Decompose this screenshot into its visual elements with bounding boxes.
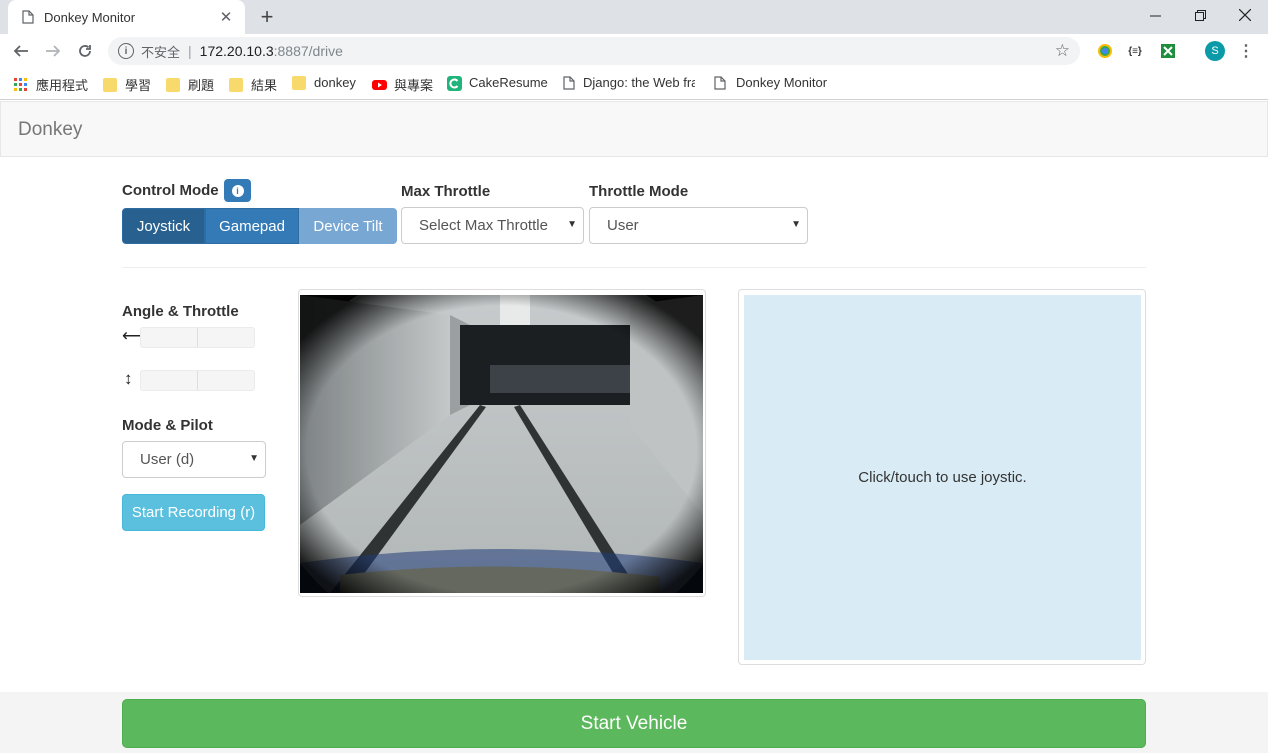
- folder-icon: [292, 75, 306, 90]
- menu-kebab-icon[interactable]: ⋮: [1237, 42, 1255, 60]
- dropdown-arrow-icon: ▼: [791, 219, 801, 230]
- address-bar[interactable]: i 不安全 | 172.20.10.3 :8887/drive ☆: [108, 37, 1080, 65]
- app-navbar: Donkey: [0, 101, 1268, 157]
- mode-pilot-select[interactable]: User (d) ▼: [122, 441, 266, 478]
- start-recording-button[interactable]: Start Recording (r): [122, 494, 265, 531]
- info-icon[interactable]: i: [118, 43, 134, 59]
- bookmark-folder[interactable]: donkey: [292, 75, 356, 90]
- max-throttle-label: Max Throttle: [401, 183, 491, 200]
- bookmark-apps[interactable]: 應用程式: [14, 75, 88, 94]
- minimize-icon: [1149, 15, 1161, 16]
- throttle-mode-label: Throttle Mode: [589, 183, 689, 200]
- control-mode-info-button[interactable]: i: [224, 179, 251, 202]
- bookmark-label: 應用程式: [36, 78, 89, 93]
- page-icon: [22, 10, 34, 24]
- back-button[interactable]: [10, 40, 32, 62]
- bookmark-youtube[interactable]: 與專案: [372, 75, 433, 94]
- gamepad-mode-button[interactable]: Gamepad: [205, 208, 299, 244]
- url-path: :8887/drive: [273, 43, 343, 59]
- browser-tab[interactable]: Donkey Monitor ✕: [8, 0, 245, 34]
- profile-avatar[interactable]: S: [1205, 41, 1225, 61]
- bookmark-label: 結果: [251, 78, 278, 93]
- bookmark-label: 與專案: [394, 78, 434, 93]
- bookmark-label: 學習: [125, 78, 152, 93]
- forward-arrow-icon: [46, 45, 61, 57]
- mode-pilot-value: User (d): [140, 451, 195, 468]
- max-throttle-select[interactable]: Select Max Throttle ▼: [401, 207, 584, 244]
- bookmark-label: CakeResume: [469, 75, 548, 90]
- back-arrow-icon: [13, 45, 28, 57]
- control-mode-label: Control Mode: [122, 182, 219, 199]
- bookmarks-bar: 應用程式 學習 刷題 結果 donkey 與專案 CakeResume Djan…: [0, 68, 1268, 100]
- close-icon: [1239, 9, 1251, 21]
- browser-toolbar: i 不安全 | 172.20.10.3 :8887/drive ☆ {≡} S …: [0, 34, 1268, 68]
- bookmark-label: 刷題: [188, 78, 215, 93]
- extension-json-icon[interactable]: {≡}: [1126, 42, 1144, 60]
- folder-icon: [229, 77, 243, 92]
- throttle-bar: [140, 370, 255, 391]
- throttle-arrows-icon: ↕: [124, 369, 133, 388]
- angle-bar: [140, 327, 255, 348]
- bookmark-django[interactable]: Django: the Web fra: [563, 75, 695, 90]
- extension-chrome-icon[interactable]: [1096, 42, 1114, 60]
- bookmark-label: Donkey Monitor: [736, 75, 828, 90]
- max-throttle-value: Select Max Throttle: [419, 217, 548, 234]
- control-mode-group: Joystick Gamepad Device Tilt: [122, 208, 397, 244]
- joystick-pad[interactable]: Click/touch to use joystic.: [744, 295, 1141, 660]
- youtube-icon: [372, 78, 387, 92]
- section-divider: [122, 267, 1146, 268]
- folder-icon: [166, 77, 180, 92]
- camera-image: [300, 295, 703, 593]
- tab-close-icon[interactable]: ✕: [217, 8, 235, 26]
- reload-icon: [79, 45, 91, 57]
- bookmark-folder[interactable]: 結果: [229, 75, 277, 94]
- tab-title: Donkey Monitor: [44, 9, 136, 25]
- close-window-button[interactable]: [1222, 0, 1268, 30]
- restore-button[interactable]: [1177, 0, 1223, 30]
- joystick-hint: Click/touch to use joystic.: [858, 469, 1027, 486]
- bookmark-star-icon[interactable]: ☆: [1055, 41, 1070, 61]
- cakeresume-icon: [447, 75, 462, 91]
- mode-pilot-label: Mode & Pilot: [122, 417, 213, 434]
- throttle-mode-value: User: [607, 217, 639, 234]
- device-tilt-mode-button[interactable]: Device Tilt: [299, 208, 397, 244]
- page-icon: [563, 75, 575, 90]
- restore-icon: [1194, 9, 1206, 21]
- new-tab-button[interactable]: +: [257, 4, 277, 30]
- bookmark-label: Django: the Web fra: [583, 75, 695, 90]
- page-icon: [714, 75, 728, 90]
- brand-title[interactable]: Donkey: [18, 119, 82, 141]
- apps-grid-icon: [14, 77, 28, 92]
- security-label: 不安全: [141, 44, 181, 60]
- throttle-mode-select[interactable]: User ▼: [589, 207, 808, 244]
- bookmark-cakeresume[interactable]: CakeResume: [447, 75, 548, 91]
- bookmark-folder[interactable]: 刷題: [166, 75, 214, 94]
- joystick-mode-button[interactable]: Joystick: [122, 208, 205, 244]
- forward-button[interactable]: [42, 40, 64, 62]
- bookmark-donkey-monitor[interactable]: Donkey Monitor: [714, 75, 827, 90]
- extension-sheets-icon[interactable]: [1159, 42, 1177, 60]
- url-host: 172.20.10.3: [199, 43, 274, 59]
- start-vehicle-button[interactable]: Start Vehicle: [122, 699, 1146, 748]
- browser-title-bar: Donkey Monitor ✕ +: [0, 0, 1268, 34]
- camera-feed: [300, 295, 703, 593]
- info-icon: i: [231, 184, 244, 197]
- address-separator: |: [188, 43, 192, 59]
- bookmark-folder[interactable]: 學習: [103, 75, 151, 94]
- folder-icon: [103, 77, 117, 92]
- bookmark-label: donkey: [314, 75, 356, 90]
- minimize-button[interactable]: [1132, 0, 1178, 30]
- dropdown-arrow-icon: ▼: [249, 453, 259, 464]
- reload-button[interactable]: [74, 40, 96, 62]
- angle-throttle-label: Angle & Throttle: [122, 303, 239, 320]
- dropdown-arrow-icon: ▼: [567, 219, 577, 230]
